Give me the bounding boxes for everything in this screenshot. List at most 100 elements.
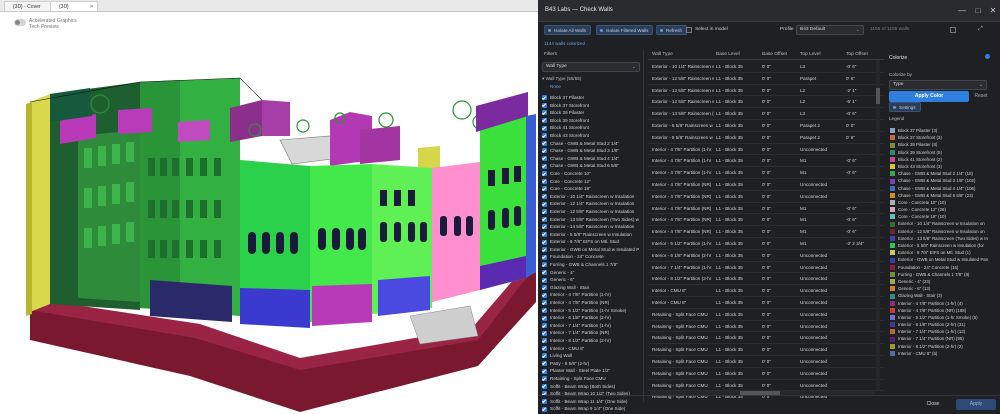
table-row[interactable]: Interior - 4 7/8" Partition (1-hr L1 - Bl… bbox=[648, 167, 884, 179]
color-swatch[interactable] bbox=[890, 149, 895, 155]
maximize-icon[interactable]: □ bbox=[972, 5, 984, 17]
checkbox[interactable] bbox=[542, 315, 547, 321]
legend-item[interactable]: Exterior - 13 5/8" Rainscreen (Two Sides… bbox=[889, 235, 997, 242]
table-row[interactable]: Exterior - 12 5/8" Rainscreen w L1 - Bloc… bbox=[648, 73, 884, 85]
legend-item[interactable]: Interior - 6 1/8" Partition (2-hr) (31) bbox=[889, 321, 997, 328]
legend-item[interactable]: Block 39 Storefront (5) bbox=[889, 149, 997, 156]
legend-item[interactable]: Interior - 7 1/4" Partition (NR) (95) bbox=[889, 335, 997, 342]
checkbox[interactable] bbox=[542, 338, 547, 344]
table-row[interactable]: Exterior - 5 5/8" Rainscreen w L1 - Block… bbox=[648, 132, 884, 144]
table-row[interactable]: Exterior - 10 1/4" Rainscreen w L1 - Bloc… bbox=[648, 61, 884, 73]
expand-icon[interactable]: ⤢ bbox=[978, 26, 983, 33]
profile-select[interactable]: B43 Default ⌄ bbox=[796, 25, 864, 35]
legend-item[interactable]: Exterior - GWB on Metal Stud w Insulated… bbox=[889, 256, 997, 263]
checkbox[interactable] bbox=[542, 110, 547, 116]
column-base-level[interactable]: Base Level bbox=[716, 52, 740, 57]
checkbox[interactable] bbox=[542, 171, 547, 177]
filter-item[interactable]: Interior - 4 7/8" Partition (NR) bbox=[542, 299, 642, 307]
legend-item[interactable]: Core - Concrete 10" (10) bbox=[889, 199, 997, 206]
filter-item[interactable]: Exterior - 9 7/8" EIFS on Mtl. Stud bbox=[542, 238, 642, 246]
filter-item[interactable]: Block 43 Storefront bbox=[542, 132, 642, 140]
table-row[interactable]: Interior - 4 7/8" Partition (1-hr L1 - Bl… bbox=[648, 144, 884, 156]
filter-item[interactable]: Planter Wall - Steel Plate 1/2" bbox=[542, 367, 642, 375]
legend-item[interactable]: Chase - GWB & Metal Stud 4 1/4" (106) bbox=[889, 185, 997, 192]
apply-button[interactable]: Apply bbox=[956, 399, 996, 410]
table-row[interactable]: Interior - 4 7/8" Partition (NR) L1 - Blo… bbox=[648, 191, 884, 203]
checkbox[interactable] bbox=[542, 300, 547, 306]
table-row[interactable]: Retaining - Split Face CMU L1 - Block 35 0… bbox=[648, 356, 884, 368]
checkbox[interactable] bbox=[542, 216, 547, 222]
color-swatch[interactable] bbox=[890, 336, 895, 342]
color-swatch[interactable] bbox=[890, 156, 895, 162]
checkbox[interactable] bbox=[542, 102, 547, 108]
filter-item[interactable]: Generic - 4" bbox=[542, 269, 642, 277]
checkbox[interactable] bbox=[542, 353, 547, 359]
legend-item[interactable]: Interior - CMU 8" (5) bbox=[889, 350, 997, 357]
building-model[interactable] bbox=[0, 40, 538, 414]
tab-3d[interactable]: {3D} ✕ bbox=[50, 1, 98, 11]
color-swatch[interactable] bbox=[890, 185, 895, 191]
filter-item[interactable]: Core - Concrete 18" bbox=[542, 185, 642, 193]
color-swatch[interactable] bbox=[890, 142, 895, 148]
table-row[interactable]: Interior - 4 7/8" Partition (NR) L1 - Blo… bbox=[648, 226, 884, 238]
color-swatch[interactable] bbox=[890, 293, 895, 299]
legend-item[interactable]: Interior - 5 1/2" Partition (1-hr Smoke)… bbox=[889, 314, 997, 321]
color-swatch[interactable] bbox=[890, 236, 895, 241]
table-row[interactable]: Exterior - 12 5/8" Rainscreen w L1 - Bloc… bbox=[648, 85, 884, 97]
legend-item[interactable]: Generic - 6" (13) bbox=[889, 285, 997, 292]
checkbox[interactable] bbox=[542, 156, 547, 162]
checkbox[interactable] bbox=[542, 285, 547, 291]
column-wall-type[interactable]: Wall Type bbox=[652, 52, 673, 57]
legend-item[interactable]: Generic - 4" (23) bbox=[889, 278, 997, 285]
collapse-icon[interactable] bbox=[950, 27, 956, 33]
toggle-switch[interactable] bbox=[14, 19, 26, 26]
legend-item[interactable]: Exterior - 9 7/8" EIFS on Mtl. Stud (1) bbox=[889, 249, 997, 256]
table-row[interactable]: Exterior - 5 5/8" Rainscreen w L1 - Block… bbox=[648, 120, 884, 132]
table-row[interactable]: Exterior - 13 5/8" Rainscreen (T L1 - Blo… bbox=[648, 108, 884, 120]
column-top-level[interactable]: Top Level bbox=[800, 52, 821, 57]
filter-item[interactable]: Block 37 Pilaster bbox=[542, 94, 642, 102]
filter-item[interactable]: Exterior - 13 5/8" Rainscreen (Two Sides… bbox=[542, 216, 642, 224]
column-base-offset[interactable]: Base Offset bbox=[762, 52, 787, 57]
color-swatch[interactable] bbox=[890, 329, 895, 335]
color-swatch[interactable] bbox=[890, 221, 895, 227]
table-row[interactable]: Interior - 4 7/8" Partition (NR) L1 - Blo… bbox=[648, 203, 884, 215]
filter-item[interactable]: Interior - 8 1/2" Partition (2-hr) bbox=[542, 337, 642, 345]
checkbox[interactable] bbox=[542, 361, 547, 367]
checkbox[interactable] bbox=[542, 125, 547, 131]
legend-item[interactable]: Furring - GWB & Channels 1 7/8" (8) bbox=[889, 271, 997, 278]
legend-item[interactable]: Chase - GWB & Metal Stud 6 5/8" (23) bbox=[889, 192, 997, 199]
filter-item[interactable]: Foundation - 24" Concrete bbox=[542, 253, 642, 261]
table-row[interactable]: Interior - 4 7/8" Partition (NR) L1 - Blo… bbox=[648, 179, 884, 191]
checkbox[interactable] bbox=[542, 323, 547, 329]
color-swatch[interactable] bbox=[890, 322, 895, 328]
legend-item[interactable]: Chase - GWB & Metal Stud 2 1/4" (18) bbox=[889, 170, 997, 177]
color-swatch[interactable] bbox=[890, 250, 895, 256]
color-swatch[interactable] bbox=[890, 343, 895, 349]
close-icon[interactable]: ✕ bbox=[90, 2, 94, 12]
checkbox[interactable] bbox=[542, 262, 547, 268]
filter-item[interactable]: Chase - GWB & Metal Stud 3 1/8" bbox=[542, 147, 642, 155]
table-row[interactable]: Interior - CMU 8" L1 - Block 35 0' 0" Uncon… bbox=[648, 297, 884, 309]
color-swatch[interactable] bbox=[890, 164, 895, 170]
checkbox[interactable] bbox=[542, 383, 547, 389]
legend-item[interactable]: Interior - 4 7/8" Partition (1-hr) (4) bbox=[889, 300, 997, 307]
filter-item[interactable]: Retaining - Split Face CMU bbox=[542, 375, 642, 383]
legend-item[interactable]: Exterior - 12 5/8" Rainscreen w Insulati… bbox=[889, 228, 997, 235]
table-row[interactable]: Interior - 4 7/8" Partition (NR) L1 - Blo… bbox=[648, 214, 884, 227]
reset-button[interactable]: Reset bbox=[971, 91, 991, 102]
filter-item[interactable]: Furring - GWB & Channels 1 7/8" bbox=[542, 261, 642, 269]
pin-icon[interactable] bbox=[985, 54, 990, 59]
table-row[interactable]: Interior - 5 1/2" Partition (1-hr L1 - Bl… bbox=[648, 238, 884, 250]
checkbox[interactable] bbox=[542, 163, 547, 169]
filter-item[interactable]: Block 37 Storefront bbox=[542, 102, 642, 110]
color-swatch[interactable] bbox=[890, 351, 895, 356]
legend-item[interactable]: Core - Concrete 12" (28) bbox=[889, 206, 997, 213]
filter-item[interactable]: Exterior - 14 5/8" Rainscreen w Insulati… bbox=[542, 223, 642, 231]
scroll-thumb[interactable] bbox=[876, 88, 880, 104]
checkbox[interactable] bbox=[542, 186, 547, 192]
settings-button[interactable]: Settings bbox=[889, 102, 921, 112]
refresh-button[interactable]: Refresh bbox=[656, 25, 688, 35]
filter-item[interactable]: Exterior - 10 1/4" Rainscreen w Insulati… bbox=[542, 193, 642, 201]
filter-item[interactable]: Party - 6 5/8" (2-hr) bbox=[542, 360, 642, 368]
